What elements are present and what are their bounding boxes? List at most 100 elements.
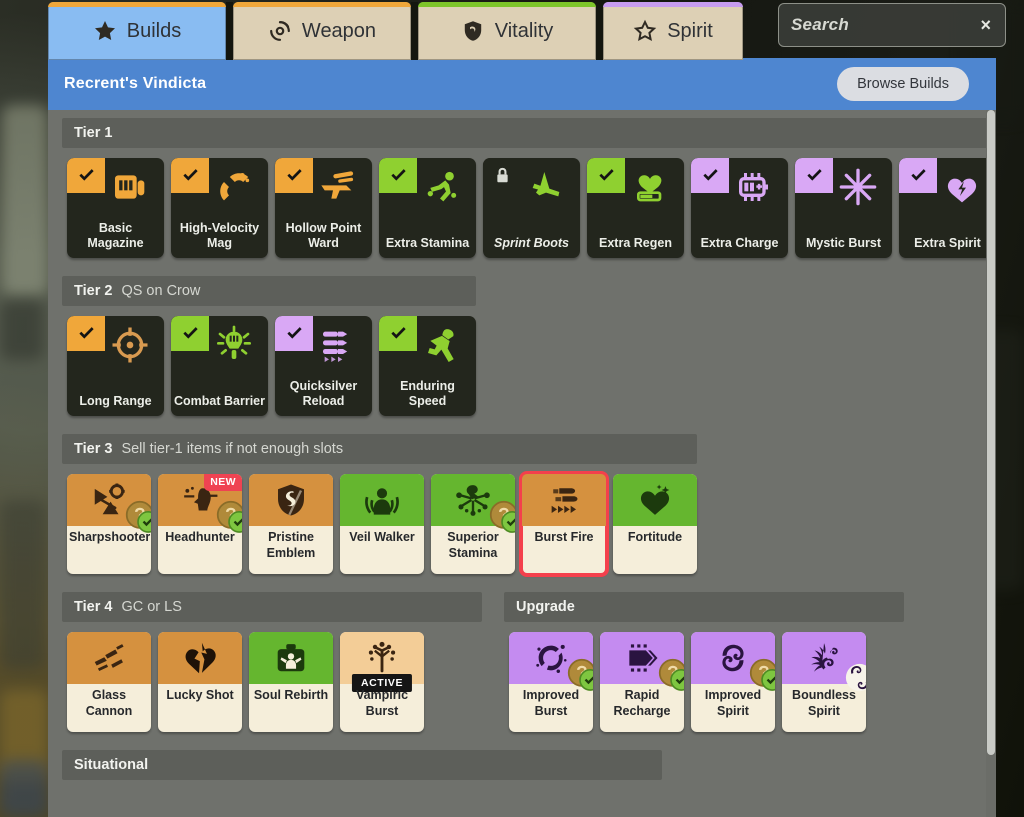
section-items: Improved Burst Rapid Recharge Improved Spi… (504, 622, 904, 738)
section-title: Tier 2 (74, 283, 113, 299)
item-card[interactable]: ACTIVE Vampiric Burst (340, 632, 424, 732)
section-items: Glass Cannon Lucky Shot Soul Rebirth ACTIVE… (62, 622, 482, 738)
section-items: Sharpshooter NEW Headhunter Pristine Emblem… (62, 464, 697, 580)
section-title: Upgrade (516, 599, 575, 615)
item-card[interactable]: Sprint Boots (483, 158, 580, 258)
magazine-icon (115, 175, 145, 199)
item-icon (431, 474, 515, 533)
check-icon (598, 169, 614, 181)
item-icon (621, 164, 679, 210)
tier-list-scroll-area[interactable]: Tier 1 Basic Magazine High-Velocity Mag Hol… (48, 110, 996, 817)
tab-label: Vitality (494, 19, 554, 42)
item-status-corner (483, 158, 521, 193)
check-icon (390, 169, 406, 181)
section-items: Long Range Combat Barrier Quicksilver Relo… (62, 306, 476, 422)
section-situational: Situational (62, 750, 662, 780)
browse-builds-button[interactable]: Browse Builds (837, 67, 969, 101)
item-icon (67, 474, 151, 533)
item-name: Improved Burst (522, 688, 580, 718)
item-card[interactable]: Rapid Recharge (600, 632, 684, 732)
search-input[interactable]: Search (791, 15, 978, 35)
item-name: Extra Charge (700, 236, 779, 250)
item-card[interactable]: NEW Headhunter (158, 474, 242, 574)
tab-weapon[interactable]: Weapon (233, 2, 411, 60)
item-status-corner (379, 316, 417, 351)
tab-accent-bar (48, 2, 226, 7)
item-card[interactable]: Combat Barrier (171, 316, 268, 416)
section-row: Situational (62, 750, 982, 792)
item-card[interactable]: Superior Stamina (431, 474, 515, 574)
section-header: Tier 2 QS on Crow (62, 276, 476, 306)
item-status-corner (67, 316, 105, 351)
item-card[interactable]: Long Range (67, 316, 164, 416)
tab-builds[interactable]: Builds (48, 2, 226, 60)
item-card[interactable]: Enduring Speed (379, 316, 476, 416)
item-card[interactable]: Basic Magazine (67, 158, 164, 258)
item-name: Extra Stamina (385, 236, 470, 250)
section-header: Tier 1 (62, 118, 996, 148)
barrier-icon (217, 325, 251, 359)
item-card[interactable]: Lucky Shot (158, 632, 242, 732)
section-row: Tier 2 QS on Crow Long Range Combat Barrier… (62, 276, 982, 434)
section-items: Basic Magazine High-Velocity Mag Hollow Po… (62, 148, 996, 264)
veil-icon (365, 488, 399, 515)
item-status-corner (379, 158, 417, 193)
item-card[interactable]: Extra Charge (691, 158, 788, 258)
item-card[interactable]: Extra Spirit (899, 158, 996, 258)
item-name: Fortitude (627, 530, 683, 544)
item-status-corner (275, 316, 313, 351)
item-card[interactable]: Quicksilver Reload (275, 316, 372, 416)
item-card[interactable]: Boundless Spirit (782, 632, 866, 732)
tab-vitality[interactable]: Vitality (418, 2, 596, 60)
item-card[interactable]: Sharpshooter (67, 474, 151, 574)
item-name: Superior Stamina (447, 530, 499, 560)
vampiric-icon (368, 641, 396, 673)
item-card[interactable]: Extra Regen (587, 158, 684, 258)
tab-accent-bar (233, 2, 411, 7)
close-icon[interactable]: × (978, 15, 993, 36)
legs-run-icon (427, 171, 457, 202)
scrollbar-thumb[interactable] (987, 110, 995, 755)
check-icon (286, 327, 302, 339)
item-card[interactable]: Fortitude (613, 474, 697, 574)
check-icon (182, 169, 198, 181)
item-card[interactable]: Glass Cannon (67, 632, 151, 732)
item-icon (691, 632, 775, 691)
item-card[interactable]: Improved Spirit (691, 632, 775, 732)
item-status-corner (691, 158, 729, 193)
item-icon (309, 322, 367, 368)
item-icon (67, 632, 151, 684)
item-name: Quicksilver Reload (289, 379, 358, 408)
item-icon (158, 632, 242, 684)
build-header: Recrent's Vindicta Browse Builds (48, 58, 996, 110)
item-name: Burst Fire (534, 530, 594, 544)
section-header: Tier 4 GC or LS (62, 592, 482, 622)
item-card[interactable]: Hollow Point Ward (275, 158, 372, 258)
item-icon (829, 164, 887, 210)
item-card[interactable]: Burst Fire (519, 471, 609, 577)
item-name: Glass Cannon (85, 688, 133, 718)
section-header: Situational (62, 750, 662, 780)
vertical-scrollbar[interactable] (986, 110, 996, 817)
item-card[interactable]: Mystic Burst (795, 158, 892, 258)
item-card[interactable]: Soul Rebirth (249, 632, 333, 732)
item-card[interactable]: Veil Walker (340, 474, 424, 574)
item-card[interactable]: Pristine Emblem (249, 474, 333, 574)
item-icon (600, 632, 684, 691)
item-icon (205, 322, 263, 368)
item-card[interactable]: Extra Stamina (379, 158, 476, 258)
item-icon (413, 322, 471, 368)
section-header: Upgrade (504, 592, 904, 622)
section-note: QS on Crow (121, 283, 201, 299)
item-card[interactable]: High-Velocity Mag (171, 158, 268, 258)
check-icon (910, 169, 926, 181)
tab-spirit[interactable]: Spirit (603, 2, 743, 60)
section-title: Tier 1 (74, 125, 113, 141)
search-box[interactable]: Search × (778, 3, 1006, 47)
magnet-icon (220, 173, 250, 201)
item-name: Sprint Boots (494, 236, 569, 250)
item-name: Pristine Emblem (266, 530, 316, 560)
item-card[interactable]: Improved Burst (509, 632, 593, 732)
item-status-corner (587, 158, 625, 193)
heart-bar-icon (637, 175, 662, 202)
